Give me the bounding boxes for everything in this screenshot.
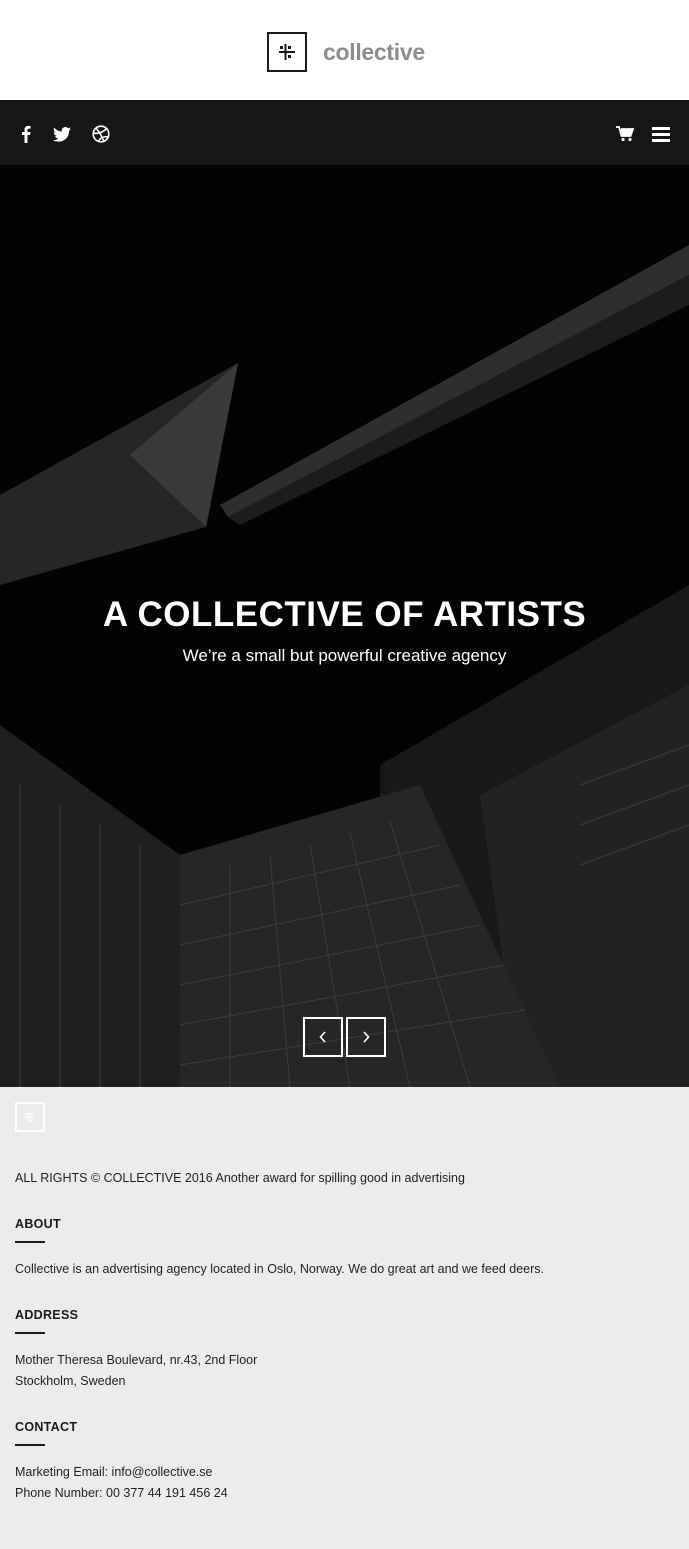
top-nav [0,100,689,165]
contact-phone: Phone Number: 00 377 44 191 456 24 [15,1486,228,1500]
logo-header: collective [0,0,689,100]
about-text: Collective is an advertising agency loca… [15,1262,544,1276]
brand-logo-link[interactable]: collective [267,32,425,72]
facebook-icon[interactable] [16,124,36,144]
slider-prev-button[interactable] [303,1017,343,1057]
address-heading: ADDRESS [15,1308,79,1322]
hero-slider: A COLLECTIVE OF ARTISTS We’re a small bu… [0,165,689,1087]
hero-subtitle: We’re a small but powerful creative agen… [182,646,507,665]
dribbble-icon[interactable] [91,124,111,144]
cart-icon[interactable] [615,124,635,144]
chevron-left-icon [319,1031,326,1043]
contact-divider [15,1444,45,1446]
contact-email: Marketing Email: info@collective.se [15,1465,213,1479]
contact-heading: CONTACT [15,1420,78,1434]
brand-name: collective [323,39,425,65]
slider-next-button[interactable] [346,1017,386,1057]
menu-icon[interactable] [651,124,671,144]
about-divider [15,1241,45,1243]
twitter-icon[interactable] [52,124,72,144]
address-line-2: Stockholm, Sweden [15,1374,126,1388]
address-divider [15,1332,45,1334]
about-heading: ABOUT [15,1217,61,1231]
brand-mark-icon [267,32,307,72]
hero-title: A COLLECTIVE OF ARTISTS [102,595,587,634]
address-line-1: Mother Theresa Boulevard, nr.43, 2nd Flo… [15,1353,258,1367]
chevron-right-icon [363,1031,370,1043]
site-footer: ALL RIGHTS © COLLECTIVE 2016 Another awa… [0,1087,689,1549]
footer-logo-icon[interactable] [15,1102,45,1132]
copyright-text: ALL RIGHTS © COLLECTIVE 2016 Another awa… [15,1171,465,1185]
